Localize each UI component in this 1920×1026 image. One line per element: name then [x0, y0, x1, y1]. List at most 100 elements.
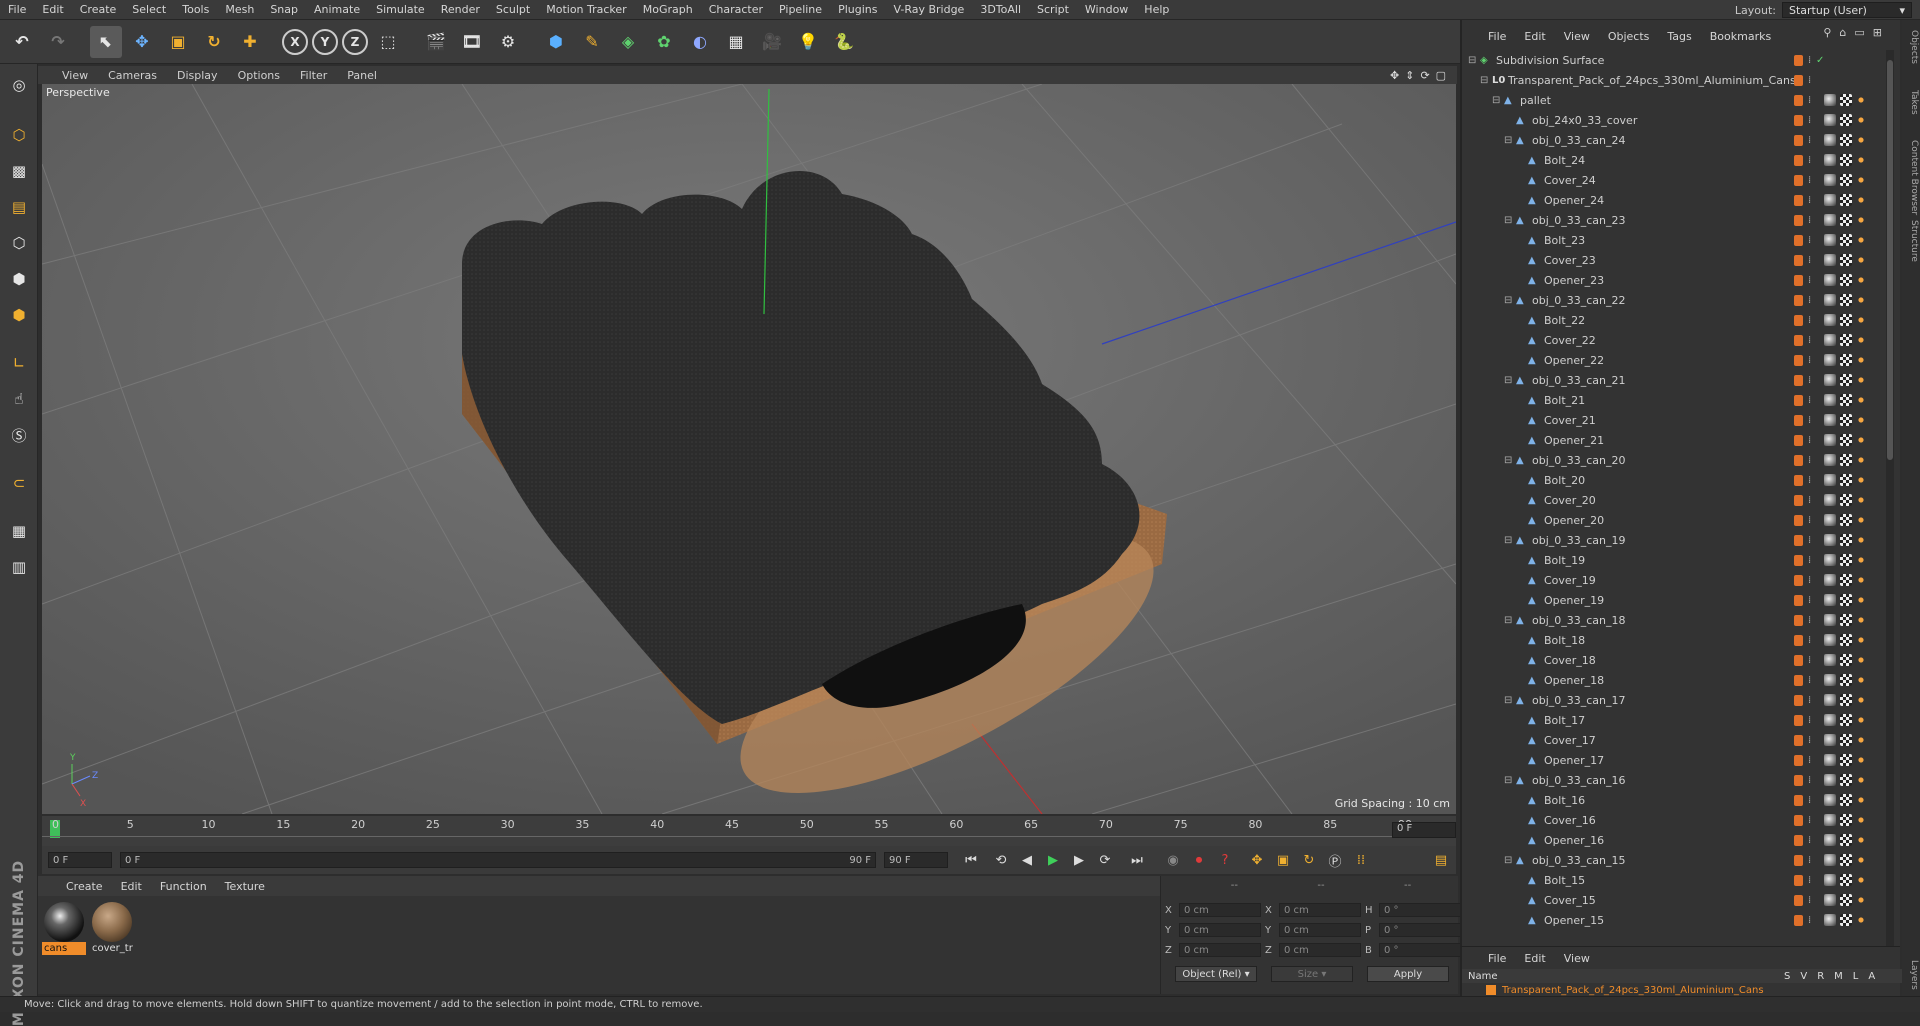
layer-color-icon[interactable]: [1794, 234, 1803, 246]
expand-toggle-icon[interactable]: ⊟: [1504, 375, 1512, 386]
layout-select[interactable]: Startup (User) ▾: [1782, 2, 1912, 18]
menu-plugins[interactable]: Plugins: [830, 3, 885, 16]
phong-tag-icon[interactable]: [1824, 294, 1836, 306]
pos-x-field[interactable]: 0 cm: [1179, 903, 1261, 917]
workplane-icon[interactable]: ▤: [4, 192, 34, 222]
phong-tag-icon[interactable]: [1824, 634, 1836, 646]
phong-tag-icon[interactable]: [1824, 414, 1836, 426]
menu-file[interactable]: File: [0, 3, 34, 16]
visibility-dots-icon[interactable]: ⁞: [1808, 655, 1811, 666]
menu-mograph[interactable]: MoGraph: [635, 3, 701, 16]
material-tag-icon[interactable]: [1856, 274, 1866, 286]
apply-button[interactable]: Apply: [1367, 966, 1449, 982]
previous-frame-icon[interactable]: ◀: [1016, 850, 1038, 870]
viewport-menu-filter[interactable]: Filter: [300, 69, 327, 82]
size-y-field[interactable]: 0 cm: [1279, 923, 1361, 937]
object-row[interactable]: ▲ Cover_23 ⁞: [1462, 250, 1882, 270]
home-icon[interactable]: ⌂: [1839, 26, 1846, 39]
layer-color-icon[interactable]: [1794, 574, 1803, 586]
phong-tag-icon[interactable]: [1824, 914, 1836, 926]
layer-color-icon[interactable]: [1794, 414, 1803, 426]
record-icon[interactable]: ⏺: [1188, 850, 1210, 870]
uvw-tag-icon[interactable]: [1840, 714, 1852, 726]
record-disabled-icon[interactable]: ◉: [1162, 850, 1184, 870]
points-mode-icon[interactable]: ⬡: [4, 228, 34, 258]
pen-icon[interactable]: ✎: [576, 26, 608, 58]
object-menu-view[interactable]: View: [1564, 30, 1590, 43]
timeline-window-icon[interactable]: ▤: [1430, 850, 1452, 870]
rotate-tool-icon[interactable]: ↻: [198, 26, 230, 58]
phong-tag-icon[interactable]: [1824, 174, 1836, 186]
expand-toggle-icon[interactable]: ⊟: [1480, 75, 1488, 86]
visibility-dots-icon[interactable]: ⁞: [1808, 215, 1811, 226]
material-tag-icon[interactable]: [1856, 474, 1866, 486]
visibility-dots-icon[interactable]: ⁞: [1808, 275, 1811, 286]
object-row[interactable]: ⊟ ▲ obj_0_33_can_23 ⁞: [1462, 210, 1882, 230]
layer-color-icon[interactable]: [1794, 594, 1803, 606]
phong-tag-icon[interactable]: [1824, 814, 1836, 826]
uvw-tag-icon[interactable]: [1840, 534, 1852, 546]
material-tag-icon[interactable]: [1856, 674, 1866, 686]
uvw-tag-icon[interactable]: [1840, 334, 1852, 346]
phong-tag-icon[interactable]: [1824, 194, 1836, 206]
menu-snap[interactable]: Snap: [262, 3, 306, 16]
visibility-dots-icon[interactable]: ⁞: [1808, 415, 1811, 426]
phong-tag-icon[interactable]: [1824, 474, 1836, 486]
coord-mode-select[interactable]: Object (Rel) ▾: [1175, 966, 1257, 982]
uvw-tag-icon[interactable]: [1840, 574, 1852, 586]
light-icon[interactable]: 💡: [792, 26, 824, 58]
layer-color-icon[interactable]: [1794, 194, 1803, 206]
layer-color-icon[interactable]: [1794, 774, 1803, 786]
menu-script[interactable]: Script: [1029, 3, 1077, 16]
uvw-tag-icon[interactable]: [1840, 734, 1852, 746]
phong-tag-icon[interactable]: [1824, 434, 1836, 446]
expand-toggle-icon[interactable]: ⊟: [1504, 855, 1512, 866]
uvw-tag-icon[interactable]: [1840, 294, 1852, 306]
visibility-dots-icon[interactable]: ⁞: [1808, 435, 1811, 446]
side-tab-takes[interactable]: Takes: [1903, 90, 1919, 115]
phong-tag-icon[interactable]: [1824, 734, 1836, 746]
viewport-menu-cameras[interactable]: Cameras: [108, 69, 157, 82]
object-row[interactable]: ▲ Cover_20 ⁞: [1462, 490, 1882, 510]
material-tag-icon[interactable]: [1856, 434, 1866, 446]
object-menu-edit[interactable]: Edit: [1524, 30, 1545, 43]
layer-color-icon[interactable]: [1794, 734, 1803, 746]
uvw-tag-icon[interactable]: [1840, 514, 1852, 526]
render-settings-icon[interactable]: ⚙: [492, 26, 524, 58]
uvw-tag-icon[interactable]: [1840, 254, 1852, 266]
visibility-dots-icon[interactable]: ⁞: [1808, 575, 1811, 586]
visibility-dots-icon[interactable]: ⁞: [1808, 895, 1811, 906]
visibility-dots-icon[interactable]: ⁞: [1808, 615, 1811, 626]
material-cans[interactable]: cans: [42, 902, 86, 956]
x-axis-icon[interactable]: X: [282, 28, 308, 55]
layer-color-icon[interactable]: [1794, 754, 1803, 766]
object-row[interactable]: ▲ Opener_17 ⁞: [1462, 750, 1882, 770]
texture-mode-icon[interactable]: ▩: [4, 156, 34, 186]
menu-select[interactable]: Select: [124, 3, 174, 16]
object-row[interactable]: ⊟ ▲ obj_0_33_can_24 ⁞: [1462, 130, 1882, 150]
layer-color-icon[interactable]: [1794, 134, 1803, 146]
render-picture-icon[interactable]: 🎞: [456, 26, 488, 58]
material-tag-icon[interactable]: [1856, 154, 1866, 166]
object-row[interactable]: ▲ Cover_16 ⁞: [1462, 810, 1882, 830]
phong-tag-icon[interactable]: [1824, 454, 1836, 466]
material-tag-icon[interactable]: [1856, 174, 1866, 186]
material-tag-icon[interactable]: [1856, 214, 1866, 226]
object-row[interactable]: ▲ Opener_22 ⁞: [1462, 350, 1882, 370]
material-tag-icon[interactable]: [1856, 894, 1866, 906]
object-row[interactable]: ⊟ ▲ obj_0_33_can_20 ⁞: [1462, 450, 1882, 470]
menu-3dtoall[interactable]: 3DToAll: [972, 3, 1029, 16]
menu-v-ray-bridge[interactable]: V-Ray Bridge: [885, 3, 972, 16]
layer-color-icon[interactable]: [1794, 854, 1803, 866]
layer-color-icon[interactable]: [1794, 514, 1803, 526]
size-z-field[interactable]: 0 cm: [1279, 943, 1361, 957]
material-tag-icon[interactable]: [1856, 334, 1866, 346]
visibility-dots-icon[interactable]: ⁞: [1808, 355, 1811, 366]
uvw-tag-icon[interactable]: [1840, 274, 1852, 286]
layer-color-icon[interactable]: [1794, 794, 1803, 806]
menu-pipeline[interactable]: Pipeline: [771, 3, 830, 16]
object-row[interactable]: ▲ Opener_24 ⁞: [1462, 190, 1882, 210]
play-icon[interactable]: ▶: [1042, 850, 1064, 870]
end-frame-field[interactable]: 90 F: [884, 852, 948, 868]
uvw-tag-icon[interactable]: [1840, 854, 1852, 866]
